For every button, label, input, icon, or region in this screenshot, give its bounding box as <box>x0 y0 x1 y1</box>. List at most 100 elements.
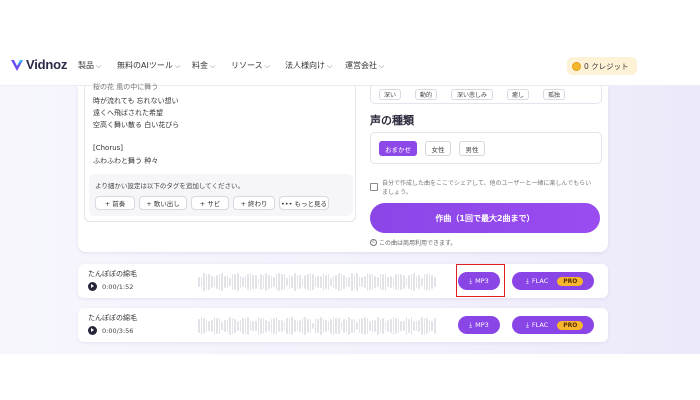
waveform-bar <box>268 275 270 289</box>
waveform-bar <box>379 319 382 333</box>
waveform-bar <box>255 320 257 332</box>
waveform-bar <box>255 275 257 289</box>
waveform-bar <box>351 318 353 334</box>
waveform-bar <box>218 273 221 291</box>
download-mp3-button[interactable]: ⤓ MP3 <box>458 316 500 334</box>
waveform-bar <box>275 316 278 336</box>
track-card: たんぽぽの綿毛 0:00/3:56 ⤓ MP3 ⤓ FLAC PRO <box>78 308 608 342</box>
credits-badge[interactable]: 0 クレジット <box>567 57 637 75</box>
waveform-bar <box>382 317 384 335</box>
lyric-line: [Chorus] <box>93 144 124 152</box>
waveform-bar <box>213 317 216 335</box>
lyrics-panel[interactable]: 桜の花 風の中に舞う 時が流れても 忘れない想い 遠くへ飛ばされた希望 空高く舞… <box>84 83 356 222</box>
more-tags-button[interactable]: ••• もっと見る <box>279 196 329 210</box>
waveform-bar <box>293 272 296 292</box>
download-icon: ⤓ <box>469 320 473 329</box>
waveform-bar <box>322 319 325 333</box>
nav-item-pricing[interactable]: 料金 ⌵ <box>192 60 215 71</box>
waveform-bar <box>278 273 280 291</box>
waveform-bar <box>348 316 351 336</box>
tag-hint: より細かい設定は以下のタグを追加してください。 <box>95 182 244 190</box>
waveform-bar <box>358 319 361 333</box>
waveform-bar <box>216 274 218 290</box>
waveform-bar <box>296 275 299 289</box>
share-text-line1: 自分で作成した曲をここでシェアして、他のユーザーと一緒に楽しんでもらい <box>382 180 592 187</box>
mood-tag-loneliness[interactable]: 孤独 <box>543 89 565 100</box>
nav-item-business[interactable]: 法人様向け ⌵ <box>285 60 332 71</box>
tag-outro-button[interactable]: + 終わり <box>233 196 275 210</box>
waveform-bar <box>338 318 340 334</box>
mood-tag-dynamic[interactable]: 動的 <box>415 89 437 100</box>
waveform-bar <box>291 275 293 289</box>
waveform-bar <box>376 316 379 336</box>
pro-badge: PRO <box>557 320 584 330</box>
waveform-bar <box>221 272 223 292</box>
mood-tag-healing[interactable]: 癒し <box>507 89 529 100</box>
waveform-bar <box>257 278 260 286</box>
waveform-bar <box>371 274 374 290</box>
waveform-bar <box>415 320 418 332</box>
waveform-bar <box>309 319 312 333</box>
waveform[interactable] <box>198 315 438 337</box>
chevron-down-icon: ⌵ <box>327 62 333 70</box>
waveform-bar <box>340 273 343 291</box>
waveform-bar <box>301 318 304 334</box>
waveform-bar <box>421 278 423 286</box>
waveform-bar <box>291 316 293 335</box>
waveform-bar <box>387 319 389 333</box>
creative-commons-icon: c <box>370 239 377 246</box>
nav-item-label: 料金 <box>192 61 208 70</box>
waveform-bar <box>299 319 301 333</box>
waveform-bar <box>226 275 229 288</box>
tag-chorus-button[interactable]: + サビ <box>191 196 229 210</box>
chevron-down-icon: ⌵ <box>210 62 216 70</box>
lyric-line: ふわふわと舞う 种々 <box>93 157 159 165</box>
waveform-bar <box>376 277 379 287</box>
nav-item-label: 製品 <box>78 61 94 70</box>
waveform-bar <box>249 320 252 332</box>
waveform-bar <box>369 273 371 291</box>
download-flac-button[interactable]: ⤓ FLAC PRO <box>512 316 594 334</box>
credits-label: 0 クレジット <box>584 61 629 71</box>
download-flac-button[interactable]: ⤓ FLAC PRO <box>512 272 594 290</box>
compose-button[interactable]: 作曲（1回で最大2曲まで） <box>370 203 600 233</box>
tag-verse-button[interactable]: + 歌い出し <box>139 196 187 210</box>
tag-intro-button[interactable]: + 前奏 <box>95 196 135 210</box>
waveform-bar <box>356 273 358 291</box>
waveform-bar <box>338 273 340 291</box>
waveform-bar <box>234 274 236 290</box>
brand-logo[interactable]: Vidnoz <box>10 57 67 72</box>
nav-item-free-ai-tools[interactable]: 無料のAIツール ⌵ <box>117 60 180 71</box>
waveform-bar <box>236 320 239 332</box>
share-checkbox[interactable] <box>370 183 378 191</box>
waveform-bar <box>312 322 314 330</box>
waveform-bar <box>431 274 434 290</box>
voice-option-female[interactable]: 女性 <box>425 141 451 156</box>
waveform-bar <box>312 273 314 291</box>
waveform-bar <box>210 276 213 288</box>
waveform-bar <box>418 275 421 289</box>
waveform-bar <box>234 318 236 334</box>
waveform-bar <box>252 274 255 290</box>
waveform-bar <box>314 318 317 334</box>
waveform-bar <box>229 278 231 286</box>
nav-item-products[interactable]: 製品 ⌵ <box>78 60 101 71</box>
mood-tag-deep-sorrow[interactable]: 深い悲しみ <box>451 89 493 100</box>
play-icon[interactable] <box>88 282 97 291</box>
screenshot-frame: Vidnoz 製品 ⌵ 無料のAIツール ⌵ 料金 ⌵ リソース ⌵ 法人様向け ⌵ 運営… <box>0 0 700 400</box>
waveform[interactable] <box>198 271 438 293</box>
waveform-bar <box>434 318 436 334</box>
voice-option-auto[interactable]: おまかせ <box>379 141 417 156</box>
waveform-bar <box>428 272 431 292</box>
waveform-bar <box>203 318 205 334</box>
mood-tag-deep[interactable]: 深い <box>379 89 401 100</box>
waveform-bar <box>275 274 278 290</box>
voice-option-male[interactable]: 男性 <box>459 141 485 156</box>
nav-item-company[interactable]: 運営会社 ⌵ <box>345 60 384 71</box>
waveform-bar <box>389 276 392 288</box>
play-icon[interactable] <box>88 326 97 335</box>
waveform-bar <box>216 318 218 334</box>
nav-item-resources[interactable]: リソース ⌵ <box>231 60 270 71</box>
waveform-bar <box>395 317 397 335</box>
waveform-bar <box>262 275 265 289</box>
